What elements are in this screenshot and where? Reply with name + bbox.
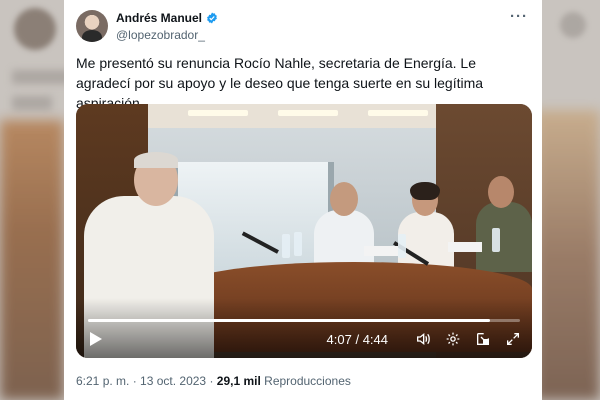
video-time-separator: / xyxy=(351,331,363,347)
backdrop-image-left xyxy=(0,120,64,400)
backdrop-image-right xyxy=(534,110,600,400)
backdrop-avatar-blur xyxy=(14,8,56,50)
video-frame-ceiling xyxy=(148,104,448,128)
views-label: Reproducciones xyxy=(260,374,351,388)
video-frame-person xyxy=(314,182,374,272)
author-name-text[interactable]: Andrés Manuel xyxy=(116,11,202,25)
video-time: 4:07 / 4:44 xyxy=(327,332,388,347)
fullscreen-icon[interactable] xyxy=(504,330,522,348)
avatar[interactable] xyxy=(76,10,108,42)
backdrop-dots-blur xyxy=(560,12,586,38)
backdrop-text-blur xyxy=(12,96,52,110)
video-player[interactable]: 4:07 / 4:44 xyxy=(76,104,532,358)
video-frame-person xyxy=(398,182,454,270)
video-current-time: 4:07 xyxy=(326,331,352,347)
volume-icon[interactable] xyxy=(414,330,432,348)
tweet-time[interactable]: 6:21 p. m. xyxy=(76,374,129,388)
views-count: 29,1 mil xyxy=(216,374,261,388)
tweet-date[interactable]: 13 oct. 2023 xyxy=(140,374,206,388)
settings-icon[interactable] xyxy=(444,330,462,348)
video-controls: 4:07 / 4:44 xyxy=(86,328,522,350)
video-progress-bar[interactable] xyxy=(88,319,520,322)
tweet-card: Andrés Manuel @lopezobrador_ ··· Me pres… xyxy=(64,0,542,400)
backdrop-text-blur xyxy=(12,70,72,84)
meta-separator: · xyxy=(206,374,217,388)
author-name[interactable]: Andrés Manuel xyxy=(116,11,218,25)
video-frame-person xyxy=(476,176,532,272)
play-icon[interactable] xyxy=(90,332,102,346)
tweet-meta: 6:21 p. m. · 13 oct. 2023 · 29,1 mil Rep… xyxy=(76,374,351,388)
video-duration: 4:44 xyxy=(362,331,388,347)
more-options-button[interactable]: ··· xyxy=(510,8,528,25)
verified-icon xyxy=(207,12,217,24)
author-handle[interactable]: @lopezobrador_ xyxy=(116,28,205,42)
picture-in-picture-icon[interactable] xyxy=(474,330,492,348)
video-progress-fill xyxy=(88,319,490,322)
meta-separator: · xyxy=(129,374,141,388)
